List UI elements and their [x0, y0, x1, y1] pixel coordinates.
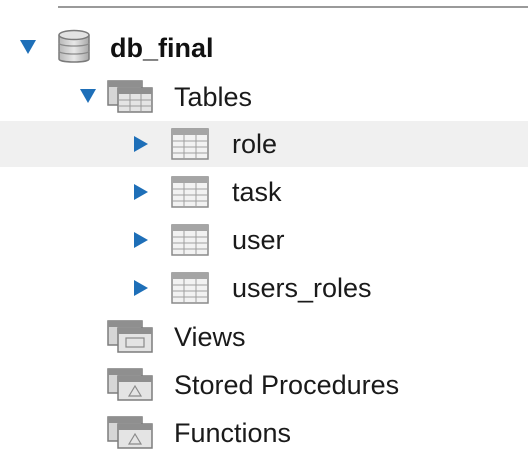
- tree-node-tables-folder[interactable]: Tables: [0, 73, 528, 119]
- collapse-arrow-icon[interactable]: [134, 280, 148, 296]
- views-folder-icon: [106, 319, 162, 360]
- tables-folder-icon: [106, 79, 162, 120]
- tree-node-views-folder[interactable]: Views: [0, 313, 528, 359]
- tree-node-table[interactable]: user: [0, 217, 528, 263]
- schema-name: db_final: [110, 33, 214, 63]
- functions-folder-icon: [106, 415, 162, 453]
- expand-arrow-icon[interactable]: [80, 89, 96, 103]
- procedures-folder-icon: [106, 367, 162, 408]
- views-folder-label: Views: [174, 322, 246, 352]
- tree-node-functions-folder[interactable]: Functions: [0, 409, 528, 453]
- panel-top-border: [58, 6, 528, 8]
- database-icon: [56, 28, 92, 71]
- table-icon: [170, 175, 210, 214]
- functions-folder-label: Functions: [174, 418, 292, 448]
- tree-node-procedures-folder[interactable]: Stored Procedures: [0, 361, 528, 407]
- table-name: role: [232, 129, 278, 159]
- table-icon: [170, 127, 210, 166]
- collapse-arrow-icon[interactable]: [134, 184, 148, 200]
- expand-arrow-icon[interactable]: [20, 40, 36, 54]
- table-icon: [170, 271, 210, 310]
- tables-folder-label: Tables: [174, 82, 253, 112]
- table-name: users_roles: [232, 273, 372, 303]
- table-name: task: [232, 177, 282, 207]
- tree-node-table[interactable]: users_roles: [0, 265, 528, 311]
- tree-node-table[interactable]: task: [0, 169, 528, 215]
- collapse-arrow-icon[interactable]: [134, 136, 148, 152]
- tree-node-table[interactable]: role: [0, 121, 528, 167]
- tree-node-schema[interactable]: db_final: [0, 24, 528, 70]
- schema-navigator-tree: db_final Tables role task user users_rol…: [0, 0, 528, 453]
- procedures-folder-label: Stored Procedures: [174, 370, 400, 400]
- collapse-arrow-icon[interactable]: [134, 232, 148, 248]
- table-name: user: [232, 225, 285, 255]
- table-icon: [170, 223, 210, 262]
